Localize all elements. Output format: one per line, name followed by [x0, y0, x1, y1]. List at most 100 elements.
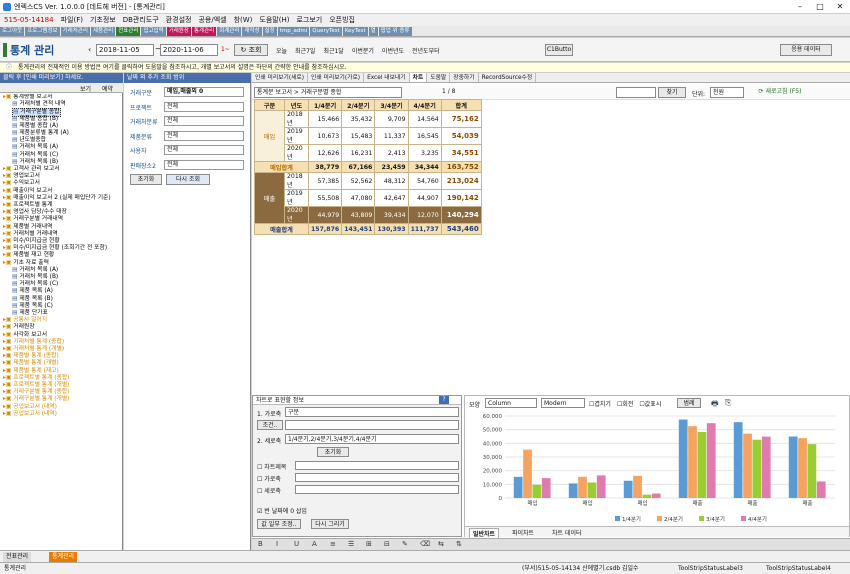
menu-item-2[interactable]: 기초정보 — [90, 14, 116, 26]
report-tab-3[interactable]: 차트 — [409, 73, 428, 82]
chart-tab-1[interactable]: 파이차트 — [509, 528, 537, 537]
format-tool-icon[interactable]: U — [294, 540, 299, 548]
tree-item[interactable]: ▤ 거래처 목록 (A) — [12, 267, 58, 274]
quick-range-4[interactable]: 이번년도 — [382, 48, 404, 55]
setting-button[interactable]: 응용 데이터 — [780, 44, 832, 56]
chart-opt-0[interactable]: ☐겹치기 — [589, 401, 611, 408]
toolbar-button-10[interactable]: 설정 — [262, 27, 277, 36]
toolbar-button-14[interactable]: 열 — [368, 27, 378, 36]
quick-range-0[interactable]: 오늘 — [276, 48, 287, 55]
chart-opt-2[interactable]: ☐값표시 — [639, 401, 661, 408]
task-tab-0[interactable]: 전표관리 — [3, 552, 32, 562]
menu-item-9[interactable]: 오픈빙집 — [329, 14, 355, 26]
condition-button[interactable]: 조건.. — [257, 420, 283, 430]
filter-select-0[interactable]: 매입,매출외 0 — [164, 87, 244, 97]
tree-item[interactable]: ▸▣ 미수/미지급금 현황 — [3, 238, 60, 245]
format-tool-icon[interactable]: ⇅ — [456, 540, 462, 548]
format-tool-icon[interactable]: B — [258, 540, 263, 548]
adjust-button[interactable]: 값 일부 조정.. — [257, 519, 301, 529]
tab-view[interactable]: 보기 — [80, 84, 91, 93]
menu-item-6[interactable]: 창(W) — [234, 14, 253, 26]
toolbar-button-9[interactable]: 재작성 — [242, 27, 262, 36]
tree-item[interactable]: ▸▣ 거래구분별 거래내역 — [3, 216, 63, 223]
chart-check-input-2[interactable] — [295, 485, 459, 494]
tree-item[interactable]: ▸▣ 수익보고서 — [3, 180, 40, 187]
tree-item[interactable]: ▸▣ 거래구분별 통계 (개별) — [3, 396, 69, 403]
tree-item[interactable]: ▸▣ 기초 자료 출력 — [3, 260, 49, 267]
filter-select-1[interactable]: 전체 — [164, 101, 244, 112]
format-tool-icon[interactable]: ⇆ — [438, 540, 444, 548]
tree-item[interactable]: ▸▣ 프로젝트별 통계 (개별) — [3, 382, 69, 389]
toolbar-button-15[interactable]: 팝업 위 종류 — [378, 27, 412, 36]
tree-item[interactable]: ▸▣ 사각화 보고서 — [3, 332, 47, 339]
tree-item[interactable]: ▤ 거래처별 견적 내역 — [12, 101, 66, 108]
toolbar-button-0[interactable]: 로그아웃 — [0, 27, 25, 36]
chart-init-button[interactable]: 초기화 — [317, 447, 349, 457]
tree-item[interactable]: ▤ 제품별 종합 (A) — [12, 123, 58, 130]
report-tab-1[interactable]: 인쇄 미리보기(가로) — [308, 73, 365, 82]
search-button[interactable]: ↻ 조회 — [234, 44, 268, 56]
date-to-input[interactable]: 2020-11-06 — [160, 44, 218, 56]
quick-range-1[interactable]: 최근7일 — [295, 48, 315, 55]
report-tab-5[interactable]: 장중하기 — [450, 73, 479, 82]
tree-item[interactable]: ▤ 제품별 종합 (B) — [12, 116, 58, 123]
filter-select-3[interactable]: 전체 — [164, 130, 244, 141]
shape-select[interactable]: Column — [485, 398, 537, 408]
filter-select-2[interactable]: 전체 — [164, 116, 244, 126]
tree-item[interactable]: ▤ 제품 목록 (B) — [12, 296, 53, 303]
tree-item[interactable]: ▤ 거래처 목록 (B) — [12, 274, 58, 281]
date-from-input[interactable]: 2018-11-05 — [96, 44, 154, 56]
filter-select-4[interactable]: 전체 — [164, 145, 244, 155]
condition-input[interactable] — [285, 420, 459, 430]
report-tab-4[interactable]: 도움말 — [427, 73, 451, 82]
format-tool-icon[interactable]: ✎ — [402, 540, 408, 548]
toolbar-button-3[interactable]: 제품관리 — [90, 27, 116, 36]
menu-item-7[interactable]: 도움말(H) — [259, 14, 289, 26]
close-button[interactable]: ✕ — [830, 0, 850, 14]
chart-check-input-0[interactable] — [295, 461, 459, 470]
toolbar-button-5[interactable]: 입고입력 — [141, 27, 166, 36]
toolbar-button-13[interactable]: KeyTest — [342, 27, 368, 36]
menu-item-3[interactable]: DB관리도구 — [123, 14, 159, 26]
tree-item[interactable]: ▸▣ 제품별 재고 현황 — [3, 252, 54, 259]
tree-item[interactable]: ▸▣ 거래처별 통계 (개별) — [3, 346, 64, 353]
toolbar-button-11[interactable]: tmp_admi — [277, 27, 310, 36]
chart-tab-2[interactable]: 차트 데이터 — [549, 528, 585, 537]
report-title-combo[interactable]: 통계분 보고서 > 거래구분별 종합 — [254, 87, 402, 98]
refresh-link[interactable]: ⟳ 새로고침 (F5) — [752, 87, 808, 98]
tree-item[interactable]: ▤ 거래처 목록 (C) — [12, 152, 58, 159]
chart-check-0[interactable]: ☐ 차트제목 — [257, 462, 286, 471]
tree-item[interactable]: ▸▣ 고객사 관리 보고서 — [3, 166, 60, 173]
find-button[interactable]: 찾기 — [658, 87, 686, 98]
report-tab-0[interactable]: 인쇄 미리보기(세로) — [252, 73, 309, 82]
legend-button[interactable]: 범례 — [677, 398, 701, 408]
toolbar-button-6[interactable]: 거래원장 — [166, 27, 191, 36]
report-tab-6[interactable]: RecordSource수정 — [479, 73, 537, 82]
style-select[interactable]: Modern — [541, 398, 585, 408]
prev-date-icon[interactable]: ‹ — [88, 45, 91, 54]
report-tab-2[interactable]: Excel 내보내기 — [364, 73, 410, 82]
tab-reserve[interactable]: 예약 — [102, 84, 113, 93]
tree-item[interactable]: ▸▣ 제품별 거래내역 — [3, 224, 52, 231]
menu-item-4[interactable]: 환경설정 — [166, 14, 192, 26]
tree-item[interactable]: ▤ 제품 목록 (A) — [12, 288, 53, 295]
toolbar-button-12[interactable]: QueryTest — [310, 27, 342, 36]
toolbar-button-8[interactable]: 회계관리 — [217, 27, 242, 36]
tree-item[interactable]: ▸▣ 통계량별 보고서 — [3, 94, 52, 101]
toolbar-button-2[interactable]: 거래처관리 — [60, 27, 90, 36]
format-tool-icon[interactable]: ☰ — [348, 540, 354, 548]
init-button[interactable]: 초기화 — [130, 174, 162, 185]
format-tool-icon[interactable]: I — [276, 540, 278, 548]
quick-range-3[interactable]: 이번분기 — [352, 48, 374, 55]
find-input[interactable] — [616, 87, 656, 98]
help-icon[interactable]: ? — [439, 396, 449, 404]
toolbar-button-4[interactable]: 전표관리 — [116, 27, 141, 36]
tree-item[interactable]: ▤ 제품분류별 통계 (A) — [12, 130, 69, 137]
tree-item[interactable]: ▸▣ 제품별 통계 (개별) — [3, 360, 59, 367]
maximize-button[interactable]: □ — [810, 0, 830, 14]
menu-item-5[interactable]: 공용/엑셀 — [198, 14, 226, 26]
format-tool-icon[interactable]: A — [312, 540, 317, 548]
chart-check-input-1[interactable] — [295, 473, 459, 482]
chart-check-1[interactable]: ☐ 가로축 — [257, 474, 281, 483]
copy-icon[interactable]: ⎘ — [725, 398, 731, 408]
